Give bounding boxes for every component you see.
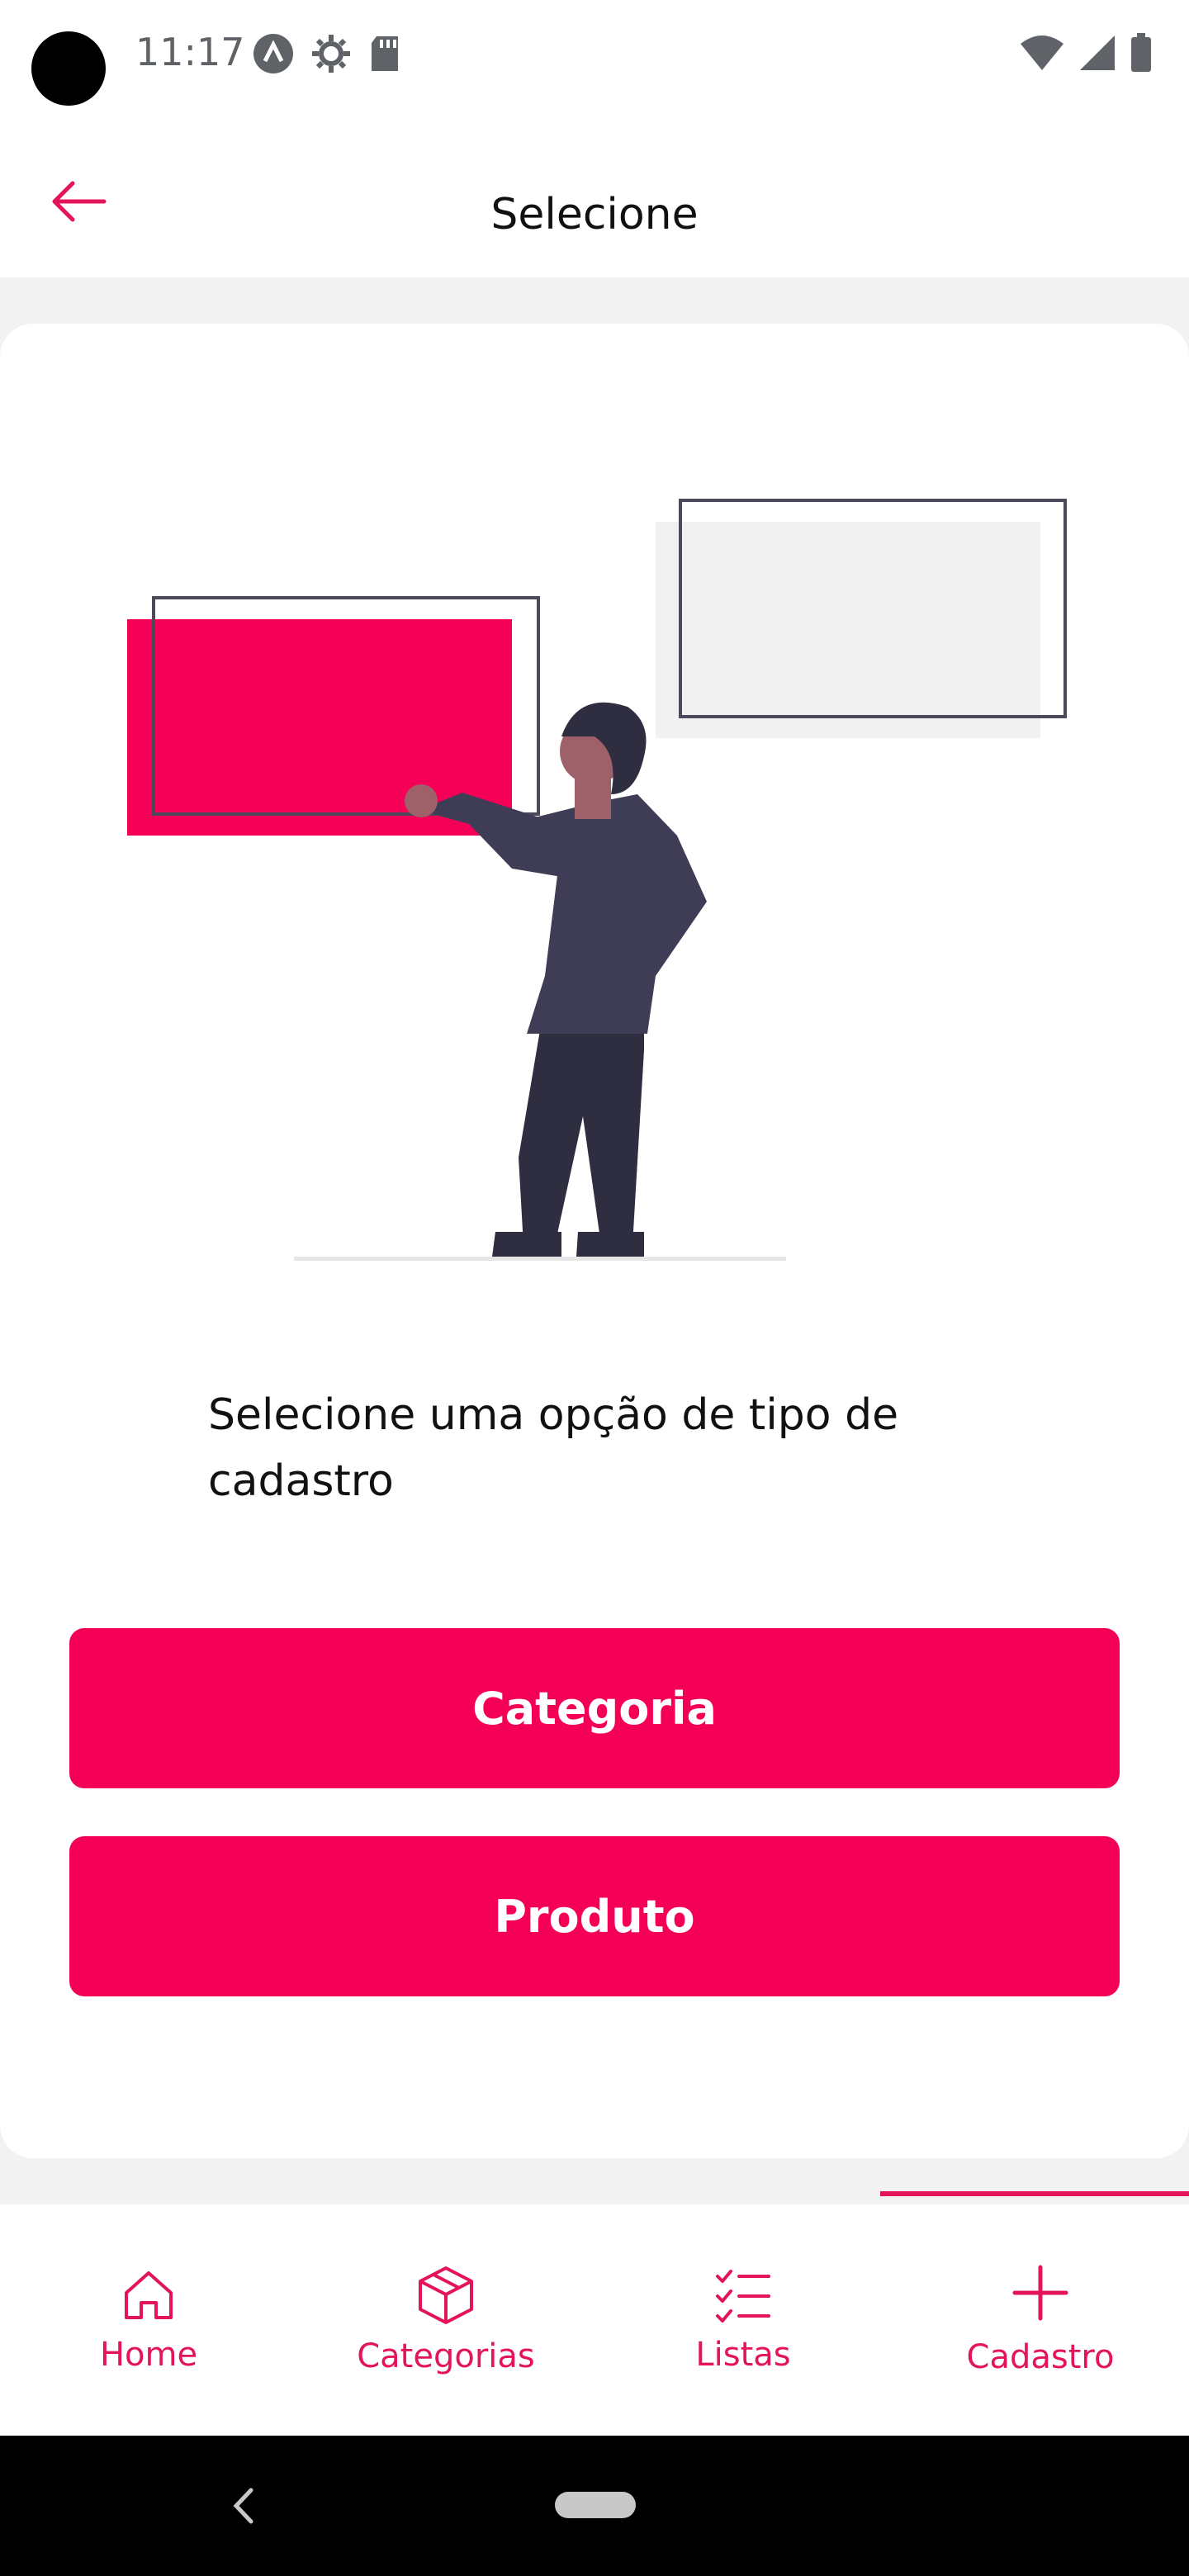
- camera-cutout: [31, 31, 106, 106]
- status-time: 11:17: [135, 30, 245, 74]
- sd-card-icon: [372, 36, 398, 71]
- system-home-pill[interactable]: [555, 2492, 636, 2518]
- person-presenting-illustration: [127, 499, 1067, 1261]
- app-icon: [253, 34, 293, 73]
- nav-item-listas[interactable]: Listas: [594, 2204, 892, 2436]
- bottom-navigation: Home Categorias Listas Cadastro: [0, 2204, 1189, 2436]
- selection-card: Selecione uma opção de tipo de cadastro …: [0, 324, 1189, 2158]
- system-navigation-bar: [0, 2436, 1189, 2576]
- page-title: Selecione: [490, 190, 699, 239]
- produto-button[interactable]: Produto: [69, 1836, 1120, 1996]
- nav-label-cadastro: Cadastro: [966, 2338, 1115, 2376]
- nav-label-listas: Listas: [695, 2336, 791, 2374]
- wifi-icon: [1021, 36, 1063, 70]
- plus-icon: [1012, 2265, 1068, 2321]
- nav-label-home: Home: [99, 2336, 198, 2374]
- signal-icon: [1080, 36, 1115, 70]
- selection-prompt: Selecione uma opção de tipo de cadastro: [208, 1390, 899, 1506]
- nav-item-categorias[interactable]: Categorias: [297, 2204, 594, 2436]
- status-icons-left: [253, 33, 401, 74]
- settings-icon: [312, 35, 350, 73]
- checklist-icon: [716, 2270, 770, 2323]
- nav-label-categorias: Categorias: [357, 2337, 535, 2375]
- categoria-button[interactable]: Categoria: [69, 1628, 1120, 1788]
- box-icon: [419, 2266, 473, 2324]
- system-back-icon[interactable]: [230, 2485, 258, 2526]
- nav-selected-indicator: [880, 2191, 1189, 2196]
- home-icon: [125, 2271, 173, 2319]
- app-bar: Selecione: [0, 124, 1189, 277]
- battery-icon: [1131, 33, 1151, 72]
- status-icons-right: [1019, 33, 1153, 73]
- status-bar: 11:17: [0, 0, 1189, 124]
- nav-item-cadastro[interactable]: Cadastro: [892, 2204, 1189, 2436]
- nav-item-home[interactable]: Home: [0, 2204, 297, 2436]
